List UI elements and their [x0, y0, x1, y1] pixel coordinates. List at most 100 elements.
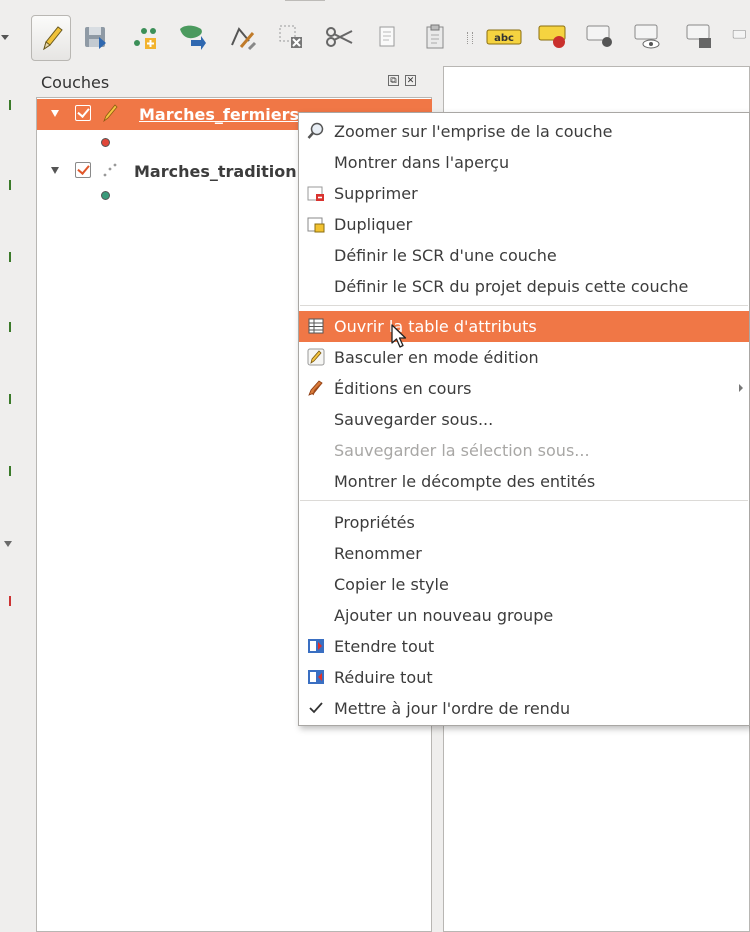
menu-item-label: Définir le SCR du projet depuis cette co…: [334, 277, 689, 296]
toolbar-overflow-arrow-icon[interactable]: [0, 32, 10, 42]
menu-item-label: Montrer dans l'aperçu: [334, 153, 510, 172]
toolbar-separator: [467, 32, 473, 44]
submenu-arrow-icon: [739, 384, 743, 392]
mouse-cursor-icon: [391, 324, 407, 348]
menu-item-label: Copier le style: [334, 575, 449, 594]
rotate-label-icon: [732, 29, 746, 39]
label-abc-text: abc: [494, 33, 514, 44]
pin-labels-button[interactable]: [536, 20, 570, 54]
strip-marker: [9, 596, 11, 606]
menu-item-label: Sauvegarder sous...: [334, 410, 494, 429]
layer-symbol-point-icon: [101, 138, 110, 147]
strip-marker: [9, 100, 11, 110]
close-panel-icon[interactable]: ✕: [405, 75, 416, 86]
layer-name[interactable]: Marches_tradition: [134, 162, 297, 181]
menu-item-open-attribute-table[interactable]: Ouvrir la table d'attributs: [299, 311, 749, 342]
delete-selected-button[interactable]: [276, 20, 306, 54]
current-edits-icon: [308, 380, 323, 396]
menu-item-collapse-all[interactable]: Réduire tout: [299, 662, 749, 693]
menu-item-zoom-to-layer[interactable]: Zoomer sur l'emprise de la couche: [299, 116, 749, 147]
remove-layer-icon: [307, 186, 324, 201]
menu-item-label: Réduire tout: [334, 668, 433, 687]
toolbar-top-edge: [285, 0, 325, 1]
move-label-button[interactable]: [584, 20, 618, 54]
editing-pencil-icon: [103, 104, 118, 123]
layers-panel-title: Couches: [41, 73, 110, 92]
menu-item-toggle-editing[interactable]: Basculer en mode édition: [299, 342, 749, 373]
pin-label-icon: [538, 25, 566, 48]
menu-item-set-project-crs[interactable]: Définir le SCR du projet depuis cette co…: [299, 271, 749, 302]
strip-marker: [9, 252, 11, 262]
menu-item-label: Ajouter un nouveau groupe: [334, 606, 554, 625]
menu-item-expand-all[interactable]: Etendre tout: [299, 631, 749, 662]
move-label-icon: [586, 25, 612, 47]
node-tool-button[interactable]: [228, 20, 258, 54]
menu-item-set-layer-crs[interactable]: Définir le SCR d'une couche: [299, 240, 749, 271]
copy-features-button[interactable]: [372, 20, 402, 54]
change-label-button[interactable]: [684, 20, 718, 54]
toggle-editing-button[interactable]: [31, 15, 71, 61]
menu-item-label: Zoomer sur l'emprise de la couche: [334, 122, 613, 141]
menu-item-label: Ouvrir la table d'attributs: [334, 317, 537, 336]
menu-item-current-edits[interactable]: Éditions en cours: [299, 373, 749, 404]
menu-item-label: Basculer en mode édition: [334, 348, 539, 367]
menu-item-rename[interactable]: Renommer: [299, 538, 749, 569]
scissors-icon: [326, 27, 353, 47]
save-edits-button[interactable]: [80, 20, 110, 54]
menu-item-duplicate[interactable]: Dupliquer: [299, 209, 749, 240]
editing-toolbar: abc: [0, 0, 750, 66]
expand-all-icon: [308, 639, 324, 653]
menu-item-label: Montrer le décompte des entités: [334, 472, 596, 491]
attribute-table-icon: [308, 318, 324, 334]
menu-item-label: Propriétés: [334, 513, 415, 532]
layer-visibility-checkbox[interactable]: [75, 162, 91, 178]
change-label-icon: [686, 24, 711, 48]
float-panel-icon[interactable]: ⧉: [388, 75, 399, 86]
expand-arrow-icon[interactable]: [51, 110, 59, 117]
expand-arrow-icon[interactable]: [51, 167, 59, 174]
menu-item-add-group[interactable]: Ajouter un nouveau groupe: [299, 600, 749, 631]
menu-item-label: Sauvegarder la sélection sous...: [334, 441, 590, 460]
menu-item-show-in-overview[interactable]: Montrer dans l'aperçu: [299, 147, 749, 178]
menu-separator: [300, 305, 748, 306]
label-tool-button[interactable]: abc: [484, 20, 524, 54]
paste-features-button[interactable]: [420, 20, 450, 54]
move-feature-button[interactable]: [177, 20, 207, 54]
menu-item-update-render-order[interactable]: Mettre à jour l'ordre de rendu: [299, 693, 749, 724]
layer-visibility-checkbox[interactable]: [75, 105, 91, 121]
pencil-icon: [307, 348, 325, 366]
menu-item-remove[interactable]: Supprimer: [299, 178, 749, 209]
duplicate-layer-icon: [307, 217, 325, 233]
cut-features-button[interactable]: [325, 20, 355, 54]
collapse-arrow-icon[interactable]: [4, 541, 12, 547]
menu-item-show-feature-count[interactable]: Montrer le décompte des entités: [299, 466, 749, 497]
menu-item-label: Mettre à jour l'ordre de rendu: [334, 699, 571, 718]
show-hide-labels-button[interactable]: [632, 20, 666, 54]
strip-marker: [9, 394, 11, 404]
node-tool-icon: [231, 27, 257, 51]
layer-name[interactable]: Marches_fermiers: [139, 105, 299, 124]
menu-item-label: Éditions en cours: [334, 379, 472, 398]
pencil-icon: [43, 26, 63, 51]
strip-marker: [9, 322, 11, 332]
strip-marker: [9, 180, 11, 190]
show-hide-label-icon: [634, 24, 660, 49]
copy-icon: [379, 26, 395, 47]
strip-marker: [9, 466, 11, 476]
move-feature-icon: [180, 25, 206, 50]
zoom-magnifier-icon: [307, 122, 324, 139]
add-point-feature-button[interactable]: [130, 20, 160, 54]
rotate-label-button[interactable]: [732, 20, 750, 54]
paste-icon: [426, 24, 444, 49]
menu-item-label: Renommer: [334, 544, 422, 563]
menu-item-label: Etendre tout: [334, 637, 435, 656]
menu-item-properties[interactable]: Propriétés: [299, 507, 749, 538]
menu-item-save-selection-as: Sauvegarder la sélection sous...: [299, 435, 749, 466]
menu-item-save-as[interactable]: Sauvegarder sous...: [299, 404, 749, 435]
menu-item-label: Supprimer: [334, 184, 418, 203]
layer-symbol-point-icon: [101, 191, 110, 200]
collapse-all-icon: [308, 670, 324, 684]
menu-item-copy-style[interactable]: Copier le style: [299, 569, 749, 600]
panel-title-buttons: ⧉ ✕: [388, 75, 416, 86]
checkmark-icon: [309, 702, 323, 714]
